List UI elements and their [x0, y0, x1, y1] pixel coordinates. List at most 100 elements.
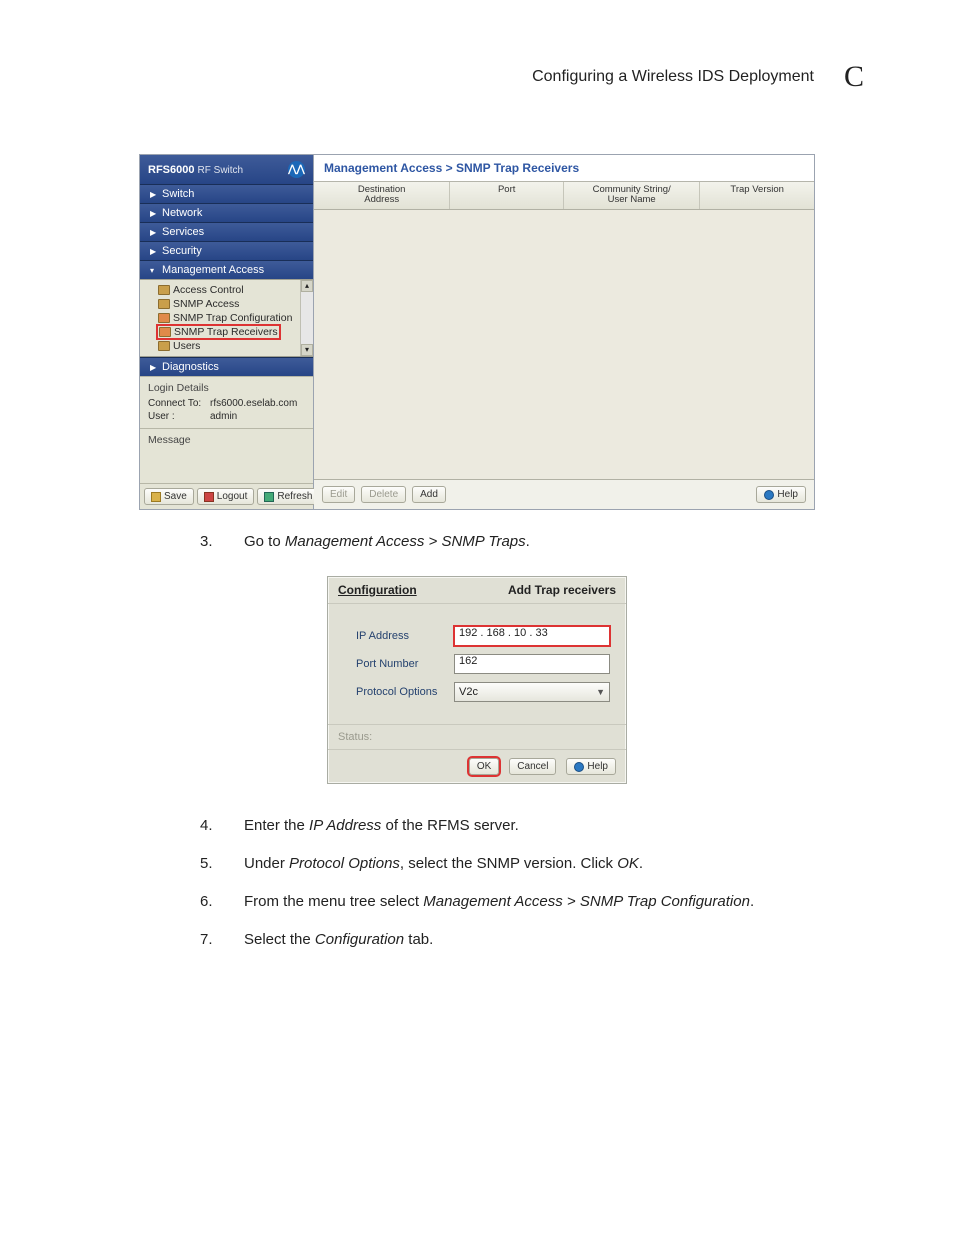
nav-switch[interactable]: ▶Switch	[140, 184, 313, 203]
tree-label: SNMP Trap Configuration	[173, 312, 292, 324]
tree-label: Users	[173, 340, 200, 352]
t: Configuration	[315, 931, 404, 948]
save-button[interactable]: Save	[144, 488, 194, 505]
ip-address-input[interactable]: 192 . 168 . 10 . 33	[454, 626, 610, 646]
step-3-italic: Management Access > SNMP Traps	[285, 533, 526, 550]
t: IP Address	[309, 817, 381, 834]
t: .	[639, 855, 643, 872]
folder-icon	[158, 341, 170, 351]
col-community[interactable]: Community String/ User Name	[564, 182, 700, 209]
col-destination[interactable]: Destination Address	[314, 182, 450, 209]
ok-button[interactable]: OK	[469, 758, 499, 775]
message-heading: Message	[148, 434, 305, 446]
nav-diagnostics[interactable]: ▶Diagnostics	[140, 357, 313, 376]
step-4: 4. Enter the IP Address of the RFMS serv…	[200, 814, 864, 838]
nav-management-label: Management Access	[162, 264, 264, 276]
tree-snmp-access[interactable]: SNMP Access	[158, 297, 309, 311]
port-number-input[interactable]: 162	[454, 654, 610, 674]
nav-network-label: Network	[162, 207, 202, 219]
help-label: Help	[777, 489, 798, 500]
step-3-post: .	[526, 533, 530, 550]
page-header: Configuring a Wireless IDS Deployment C	[90, 60, 864, 94]
tree-scrollbar[interactable]: ▴▾	[300, 280, 313, 356]
header-letter: C	[844, 60, 864, 94]
config-icon	[158, 313, 170, 323]
nav-tree: ▴▾ Access Control SNMP Access SNMP Trap …	[140, 279, 313, 357]
t: Select the	[244, 931, 315, 948]
login-connect-label: Connect To:	[148, 398, 210, 409]
table-header: Destination Address Port Community Strin…	[314, 182, 814, 210]
tree-label: SNMP Trap Receivers	[174, 326, 278, 338]
port-label: Port Number	[356, 658, 454, 670]
save-icon	[151, 492, 161, 502]
nav-services-label: Services	[162, 226, 204, 238]
login-heading: Login Details	[148, 382, 305, 394]
t: OK	[617, 855, 639, 872]
t: Enter the	[244, 817, 309, 834]
col-trap-version[interactable]: Trap Version	[700, 182, 814, 209]
folder-icon	[158, 285, 170, 295]
nav-security-label: Security	[162, 245, 202, 257]
product-banner: RFS6000 RF Switch ⋀⋀	[140, 155, 313, 184]
login-connect-value: rfs6000.eselab.com	[210, 398, 297, 409]
step-7: 7. Select the Configuration tab.	[200, 928, 864, 952]
nav-services[interactable]: ▶Services	[140, 222, 313, 241]
nav-switch-label: Switch	[162, 188, 194, 200]
t: of the RFMS server.	[381, 817, 519, 834]
dialog-tab-configuration[interactable]: Configuration	[338, 583, 417, 597]
delete-button[interactable]: Delete	[361, 486, 406, 503]
tree-snmp-trap-config[interactable]: SNMP Trap Configuration	[158, 311, 309, 325]
t: , select the SNMP version. Click	[400, 855, 617, 872]
refresh-button[interactable]: Refresh	[257, 488, 319, 505]
protocol-label: Protocol Options	[356, 686, 454, 698]
t: From the menu tree select	[244, 893, 423, 910]
header-title: Configuring a Wireless IDS Deployment	[532, 68, 814, 86]
dialog-status: Status:	[328, 725, 626, 750]
motorola-logo-icon: ⋀⋀	[288, 161, 305, 178]
t: Under	[244, 855, 289, 872]
tree-snmp-trap-receivers[interactable]: SNMP Trap Receivers	[158, 325, 309, 339]
nav-management-access[interactable]: ▾Management Access	[140, 260, 313, 279]
login-user-label: User :	[148, 411, 210, 422]
help-icon	[574, 762, 584, 772]
t: Protocol Options	[289, 855, 400, 872]
save-label: Save	[164, 491, 187, 502]
add-trap-receivers-dialog: Configuration Add Trap receivers IP Addr…	[327, 576, 627, 784]
switch-ui-screenshot: RFS6000 RF Switch ⋀⋀ ▶Switch ▶Network ▶S…	[139, 154, 815, 510]
breadcrumb: Management Access > SNMP Trap Receivers	[314, 155, 814, 182]
receivers-icon	[159, 327, 171, 337]
step-3: 3. Go to Management Access > SNMP Traps.	[200, 530, 864, 554]
nav-network[interactable]: ▶Network	[140, 203, 313, 222]
t: tab.	[404, 931, 433, 948]
step-5-num: 5.	[200, 852, 222, 876]
edit-button[interactable]: Edit	[322, 486, 355, 503]
step-7-num: 7.	[200, 928, 222, 952]
login-user-value: admin	[210, 411, 237, 422]
logout-button[interactable]: Logout	[197, 488, 255, 505]
help-button[interactable]: Help	[756, 486, 806, 503]
logout-label: Logout	[217, 491, 248, 502]
ip-label: IP Address	[356, 630, 454, 642]
folder-icon	[158, 299, 170, 309]
tree-users[interactable]: Users	[158, 339, 309, 353]
cancel-button[interactable]: Cancel	[509, 758, 556, 775]
chevron-down-icon: ▼	[596, 687, 605, 697]
protocol-select[interactable]: V2c ▼	[454, 682, 610, 702]
dialog-help-button[interactable]: Help	[566, 758, 616, 775]
add-button[interactable]: Add	[412, 486, 446, 503]
step-6-num: 6.	[200, 890, 222, 914]
left-bottom-bar: Save Logout Refresh	[140, 483, 313, 509]
tree-label: SNMP Access	[173, 298, 239, 310]
right-footer: Edit Delete Add Help	[314, 480, 814, 509]
product-subtitle: RF Switch	[198, 165, 244, 176]
tree-access-control[interactable]: Access Control	[158, 283, 309, 297]
refresh-icon	[264, 492, 274, 502]
nav-security[interactable]: ▶Security	[140, 241, 313, 260]
step-6: 6. From the menu tree select Management …	[200, 890, 864, 914]
message-panel: Message	[140, 428, 313, 483]
t: Management Access > SNMP Trap Configurat…	[423, 893, 750, 910]
dialog-title: Add Trap receivers	[508, 583, 616, 597]
nav-diagnostics-label: Diagnostics	[162, 361, 219, 373]
protocol-value: V2c	[459, 686, 478, 698]
col-port[interactable]: Port	[450, 182, 564, 209]
